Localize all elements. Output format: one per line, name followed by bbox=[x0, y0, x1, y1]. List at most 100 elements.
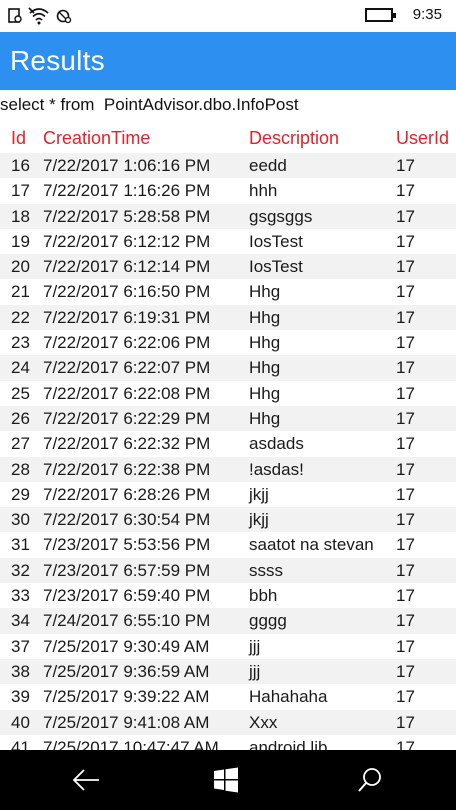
cell-userid: 17 bbox=[396, 459, 415, 479]
cell-id: 39 bbox=[11, 687, 30, 707]
navigation-bar bbox=[0, 750, 456, 810]
table-row[interactable]: 27 7/22/2017 6:22:32 PM asdads 17 bbox=[0, 431, 456, 456]
cell-userid: 17 bbox=[396, 510, 415, 530]
cell-userid: 17 bbox=[396, 307, 415, 327]
table-row[interactable]: 34 7/24/2017 6:55:10 PM gggg 17 bbox=[0, 608, 456, 634]
status-icons bbox=[8, 7, 72, 25]
back-button[interactable] bbox=[56, 750, 116, 810]
cell-description: bbh bbox=[249, 586, 278, 606]
cell-description: ssss bbox=[249, 560, 283, 580]
results-table: Id CreationTime Description UserId 16 7/2… bbox=[0, 125, 456, 760]
cell-description: Hhg bbox=[249, 282, 281, 302]
cell-description: gsgsggs bbox=[249, 206, 313, 226]
cell-id: 34 bbox=[11, 611, 30, 631]
cell-creationtime: 7/22/2017 6:12:14 PM bbox=[43, 257, 211, 277]
column-header-userid: UserId bbox=[396, 128, 450, 148]
cell-userid: 17 bbox=[396, 156, 415, 175]
table-row[interactable]: 38 7/25/2017 9:36:59 AM jjj 17 bbox=[0, 658, 456, 685]
cell-userid: 17 bbox=[396, 484, 415, 504]
table-row[interactable]: 23 7/22/2017 6:22:06 PM Hhg 17 bbox=[0, 330, 456, 355]
cell-userid: 17 bbox=[396, 257, 415, 277]
table-row[interactable]: 39 7/25/2017 9:39:22 AM Hahahaha 17 bbox=[0, 684, 456, 709]
windows-start-icon bbox=[214, 767, 238, 793]
cell-creationtime: 7/25/2017 9:30:49 AM bbox=[43, 636, 210, 656]
table-row[interactable]: 29 7/22/2017 6:28:26 PM jkjj 17 bbox=[0, 482, 456, 507]
cell-userid: 17 bbox=[396, 333, 415, 353]
cell-creationtime: 7/25/2017 9:36:59 AM bbox=[43, 661, 210, 681]
cell-description: IosTest bbox=[249, 231, 303, 251]
cell-creationtime: 7/25/2017 9:41:08 AM bbox=[43, 712, 210, 732]
cell-id: 24 bbox=[11, 358, 30, 378]
table-row[interactable]: 26 7/22/2017 6:22:29 PM Hhg 17 bbox=[0, 405, 456, 432]
cell-id: 20 bbox=[11, 257, 30, 277]
cell-id: 33 bbox=[11, 586, 30, 606]
battery-icon bbox=[364, 7, 396, 22]
cell-userid: 17 bbox=[396, 636, 415, 656]
cell-userid: 17 bbox=[396, 712, 415, 732]
table-row[interactable]: 20 7/22/2017 6:12:14 PM IosTest 17 bbox=[0, 254, 456, 280]
notification-icon bbox=[8, 8, 22, 23]
cell-id: 27 bbox=[11, 434, 30, 454]
cell-creationtime: 7/22/2017 6:19:31 PM bbox=[43, 307, 211, 327]
table-row[interactable]: 25 7/22/2017 6:22:08 PM Hhg 17 bbox=[0, 381, 456, 406]
cell-description: Hhg bbox=[249, 383, 281, 403]
cell-userid: 17 bbox=[396, 408, 415, 428]
table-row[interactable]: 33 7/23/2017 6:59:40 PM bbh 17 bbox=[0, 583, 456, 608]
app-header: Results bbox=[0, 32, 456, 90]
cell-id: 37 bbox=[11, 636, 30, 656]
cell-id: 23 bbox=[11, 333, 30, 353]
cell-description: gggg bbox=[249, 611, 287, 631]
cell-creationtime: 7/24/2017 6:55:10 PM bbox=[43, 611, 211, 631]
table-row[interactable]: 22 7/22/2017 6:19:31 PM Hhg 17 bbox=[0, 304, 456, 331]
table-row[interactable]: 18 7/22/2017 5:28:58 PM gsgsggs 17 bbox=[0, 203, 456, 229]
sync-icon bbox=[56, 9, 72, 24]
cell-id: 32 bbox=[11, 560, 30, 580]
column-header-description: Description bbox=[249, 128, 340, 148]
cell-description: jjj bbox=[249, 636, 261, 656]
cell-userid: 17 bbox=[396, 611, 415, 631]
table-row[interactable]: 16 7/22/2017 1:06:16 PM eedd 17 bbox=[0, 153, 456, 179]
table-row[interactable]: 30 7/22/2017 6:30:54 PM jkjj 17 bbox=[0, 507, 456, 533]
table-row[interactable]: 21 7/22/2017 6:16:50 PM Hhg 17 bbox=[0, 279, 456, 304]
cell-creationtime: 7/22/2017 6:22:08 PM bbox=[43, 383, 211, 403]
cell-description: hhh bbox=[249, 181, 278, 201]
cell-description: jkjj bbox=[249, 510, 269, 530]
cell-creationtime: 7/22/2017 6:22:32 PM bbox=[43, 434, 211, 454]
cell-id: 26 bbox=[11, 408, 30, 428]
cell-description: jkjj bbox=[249, 484, 269, 504]
cell-id: 22 bbox=[11, 307, 30, 327]
cell-description: Hhg bbox=[249, 408, 281, 428]
cell-description: Hhg bbox=[249, 358, 281, 378]
table-row[interactable]: 24 7/22/2017 6:22:07 PM Hhg 17 bbox=[0, 355, 456, 381]
cell-userid: 17 bbox=[396, 535, 415, 555]
cell-id: 31 bbox=[11, 535, 30, 555]
cell-creationtime: 7/22/2017 6:30:54 PM bbox=[43, 510, 211, 530]
cell-id: 29 bbox=[11, 484, 30, 504]
cell-creationtime: 7/22/2017 6:22:06 PM bbox=[43, 333, 211, 353]
table-row[interactable]: 28 7/22/2017 6:22:38 PM !asdas! 17 bbox=[0, 456, 456, 482]
cell-userid: 17 bbox=[396, 434, 415, 454]
search-button[interactable] bbox=[340, 750, 400, 810]
status-clock: 9:35 bbox=[412, 6, 442, 23]
start-button[interactable] bbox=[196, 750, 256, 810]
sql-query-text: select * from PointAdvisor.dbo.InfoPost bbox=[0, 95, 299, 114]
cell-id: 18 bbox=[11, 206, 30, 226]
cell-id: 17 bbox=[11, 181, 30, 201]
cell-description: IosTest bbox=[249, 257, 303, 277]
table-row[interactable]: 37 7/25/2017 9:30:49 AM jjj 17 bbox=[0, 634, 456, 659]
table-row[interactable]: 32 7/23/2017 6:57:59 PM ssss 17 bbox=[0, 557, 456, 584]
cell-id: 19 bbox=[11, 231, 30, 251]
table-row[interactable]: 17 7/22/2017 1:16:26 PM hhh 17 bbox=[0, 178, 456, 203]
cell-creationtime: 7/23/2017 6:59:40 PM bbox=[43, 586, 211, 606]
table-row[interactable]: 19 7/22/2017 6:12:12 PM IosTest 17 bbox=[0, 229, 456, 254]
cell-description: Hhg bbox=[249, 307, 281, 327]
cell-userid: 17 bbox=[396, 383, 415, 403]
cell-userid: 17 bbox=[396, 560, 415, 580]
table-row[interactable]: 40 7/25/2017 9:41:08 AM Xxx 17 bbox=[0, 709, 456, 735]
cell-description: jjj bbox=[249, 661, 261, 681]
table-row[interactable]: 31 7/23/2017 5:53:56 PM saatot na stevan 17 bbox=[0, 532, 456, 557]
cell-id: 25 bbox=[11, 383, 30, 403]
cell-creationtime: 7/22/2017 6:22:38 PM bbox=[43, 459, 211, 479]
column-header-creationtime: CreationTime bbox=[43, 128, 151, 148]
cell-userid: 17 bbox=[396, 181, 415, 201]
